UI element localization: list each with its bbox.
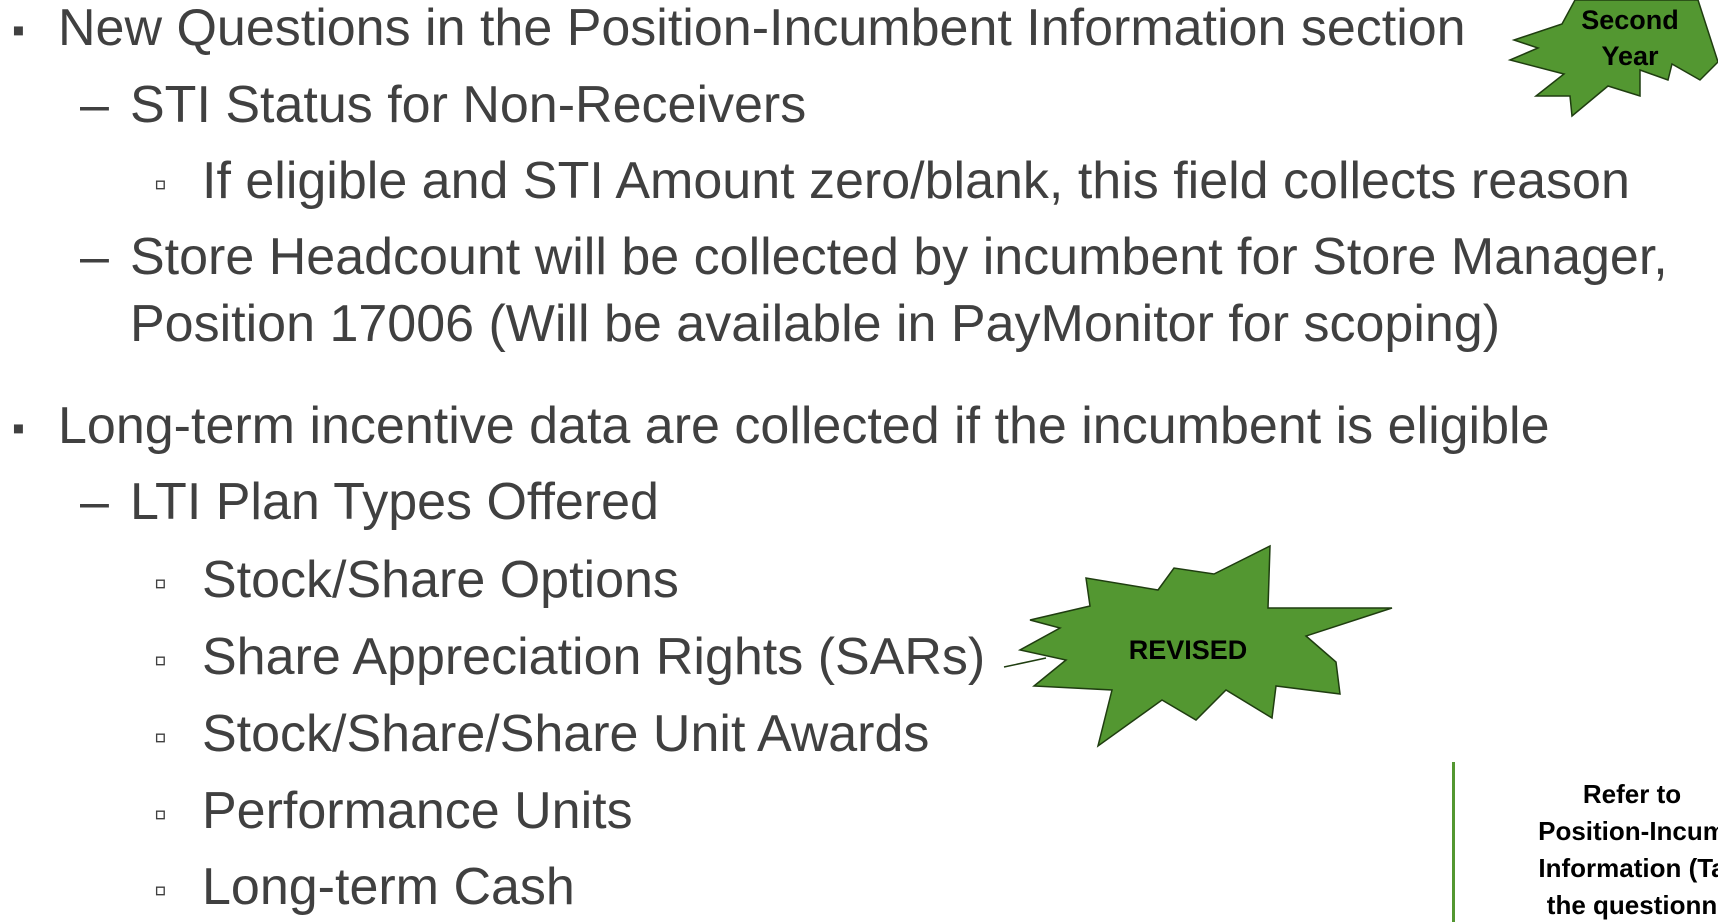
item2-sub1-text: LTI Plan Types Offered — [130, 473, 659, 531]
level1-bullet-marker: ▪ — [12, 9, 25, 50]
side-note-divider — [1452, 762, 1455, 922]
side-note-line4: the questionn — [1546, 890, 1718, 920]
second-year-line2: Year — [1601, 41, 1659, 72]
revised-badge-label: REVISED — [1128, 635, 1248, 665]
item2-text: Long-term incentive data are collected i… — [58, 397, 1550, 455]
level3-bullet-marker: ▫ — [154, 869, 167, 910]
item1-sub1-detail-text: If eligible and STI Amount zero/blank, t… — [202, 152, 1630, 210]
level2-dash-marker: – — [80, 76, 109, 134]
level3-bullet-marker: ▫ — [154, 639, 167, 680]
item1-text: New Questions in the Position-Incumbent … — [58, 0, 1466, 57]
level3-bullet-marker: ▫ — [154, 163, 167, 204]
level3-bullet-marker: ▫ — [154, 562, 167, 603]
item1-sub2-line2-text: Position 17006 (Will be available in Pay… — [130, 295, 1501, 353]
lti-plan-type-item: Share Appreciation Rights (SARs) — [202, 628, 986, 686]
side-note-line2: Position-Incum — [1538, 816, 1718, 846]
level1-bullet-marker: ▪ — [12, 407, 25, 448]
level2-dash-marker: – — [80, 228, 109, 286]
lti-plan-type-item: Stock/Share/Share Unit Awards — [202, 705, 930, 763]
level3-bullet-marker: ▫ — [154, 716, 167, 757]
side-note-line1: Refer to — [1582, 779, 1682, 809]
item1-sub1-text: STI Status for Non-Receivers — [130, 76, 807, 134]
lti-plan-type-item: Long-term Cash — [202, 858, 575, 916]
side-note: Refer to Position-Incum Information (Ta … — [1462, 776, 1718, 924]
side-note-line3: Information (Ta — [1538, 853, 1718, 883]
level2-dash-marker: – — [80, 473, 109, 531]
item1-sub2-line1-text: Store Headcount will be collected by inc… — [130, 228, 1668, 286]
lti-plan-type-item: Stock/Share Options — [202, 551, 679, 609]
lti-plan-type-item: Performance Units — [202, 782, 633, 840]
second-year-line1: Second — [1581, 5, 1679, 35]
second-year-badge-label: Second Year — [1570, 2, 1690, 75]
level3-bullet-marker: ▫ — [154, 793, 167, 834]
